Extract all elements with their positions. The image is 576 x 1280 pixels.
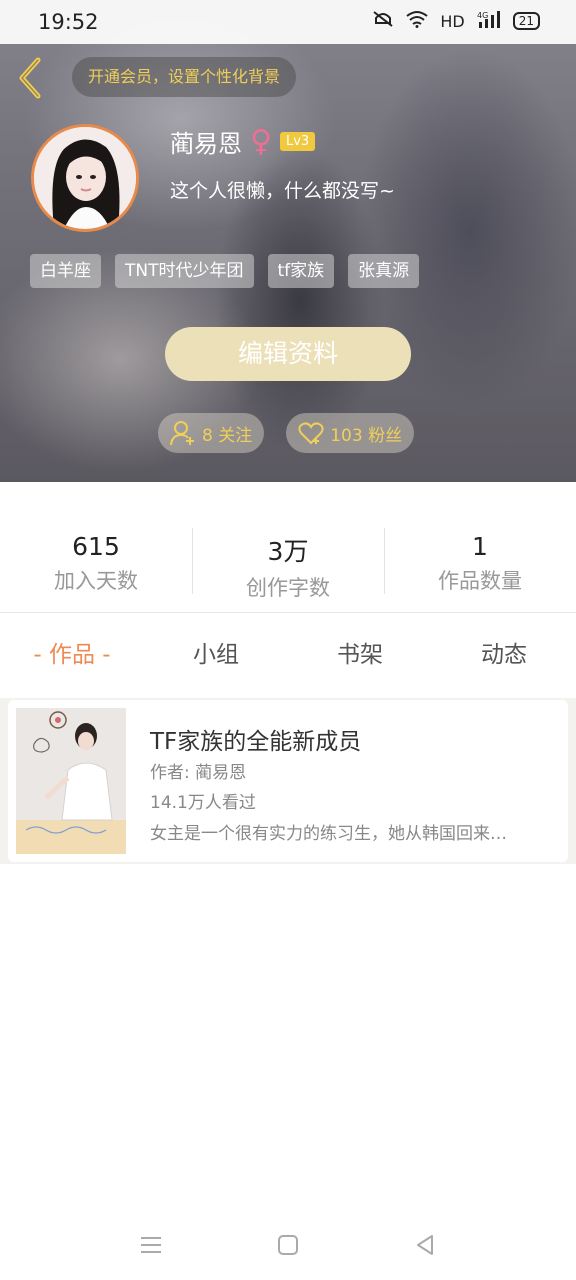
network-label: HD: [440, 11, 465, 31]
level-badge: Lv3: [279, 132, 316, 151]
tag-item[interactable]: tf家族: [267, 254, 335, 288]
add-user-icon: [170, 421, 194, 446]
tag-item[interactable]: 白羊座: [30, 254, 101, 288]
status-icons: HD 4G 21: [372, 10, 540, 32]
follow-stats: 8 关注 103 粉丝: [158, 413, 415, 453]
tag-list: 白羊座 TNT时代少年团 tf家族 张真源: [30, 254, 420, 288]
edit-profile-button[interactable]: 编辑资料: [165, 327, 411, 381]
tag-item[interactable]: TNT时代少年团: [115, 254, 254, 288]
name-row: 蔺易恩 ♀ Lv3: [170, 123, 316, 159]
svg-text:4G: 4G: [477, 11, 488, 20]
signal-icon: 4G: [477, 10, 501, 32]
wifi-icon: [406, 10, 428, 32]
fans-count: 103 粉丝: [330, 425, 403, 446]
female-icon: ♀: [250, 123, 272, 159]
username: 蔺易恩: [170, 130, 242, 158]
back-button[interactable]: [14, 56, 46, 100]
heart-icon: [298, 422, 324, 445]
tag-item[interactable]: 张真源: [348, 254, 420, 288]
status-time: 19:52: [38, 10, 99, 34]
following-count: 8 关注: [202, 425, 253, 446]
avatar[interactable]: [31, 124, 139, 232]
battery-icon: 21: [512, 12, 540, 30]
status-bar: 19:52 HD 4G 21: [0, 0, 576, 44]
fans-button[interactable]: 103 粉丝: [286, 413, 415, 453]
vip-background-banner[interactable]: 开通会员，设置个性化背景: [72, 57, 297, 97]
following-button[interactable]: 8 关注: [158, 413, 265, 453]
chevron-left-icon: [19, 57, 41, 99]
mute-icon: [372, 10, 394, 32]
bio-text: 这个人很懒，什么都没写~: [170, 180, 395, 202]
